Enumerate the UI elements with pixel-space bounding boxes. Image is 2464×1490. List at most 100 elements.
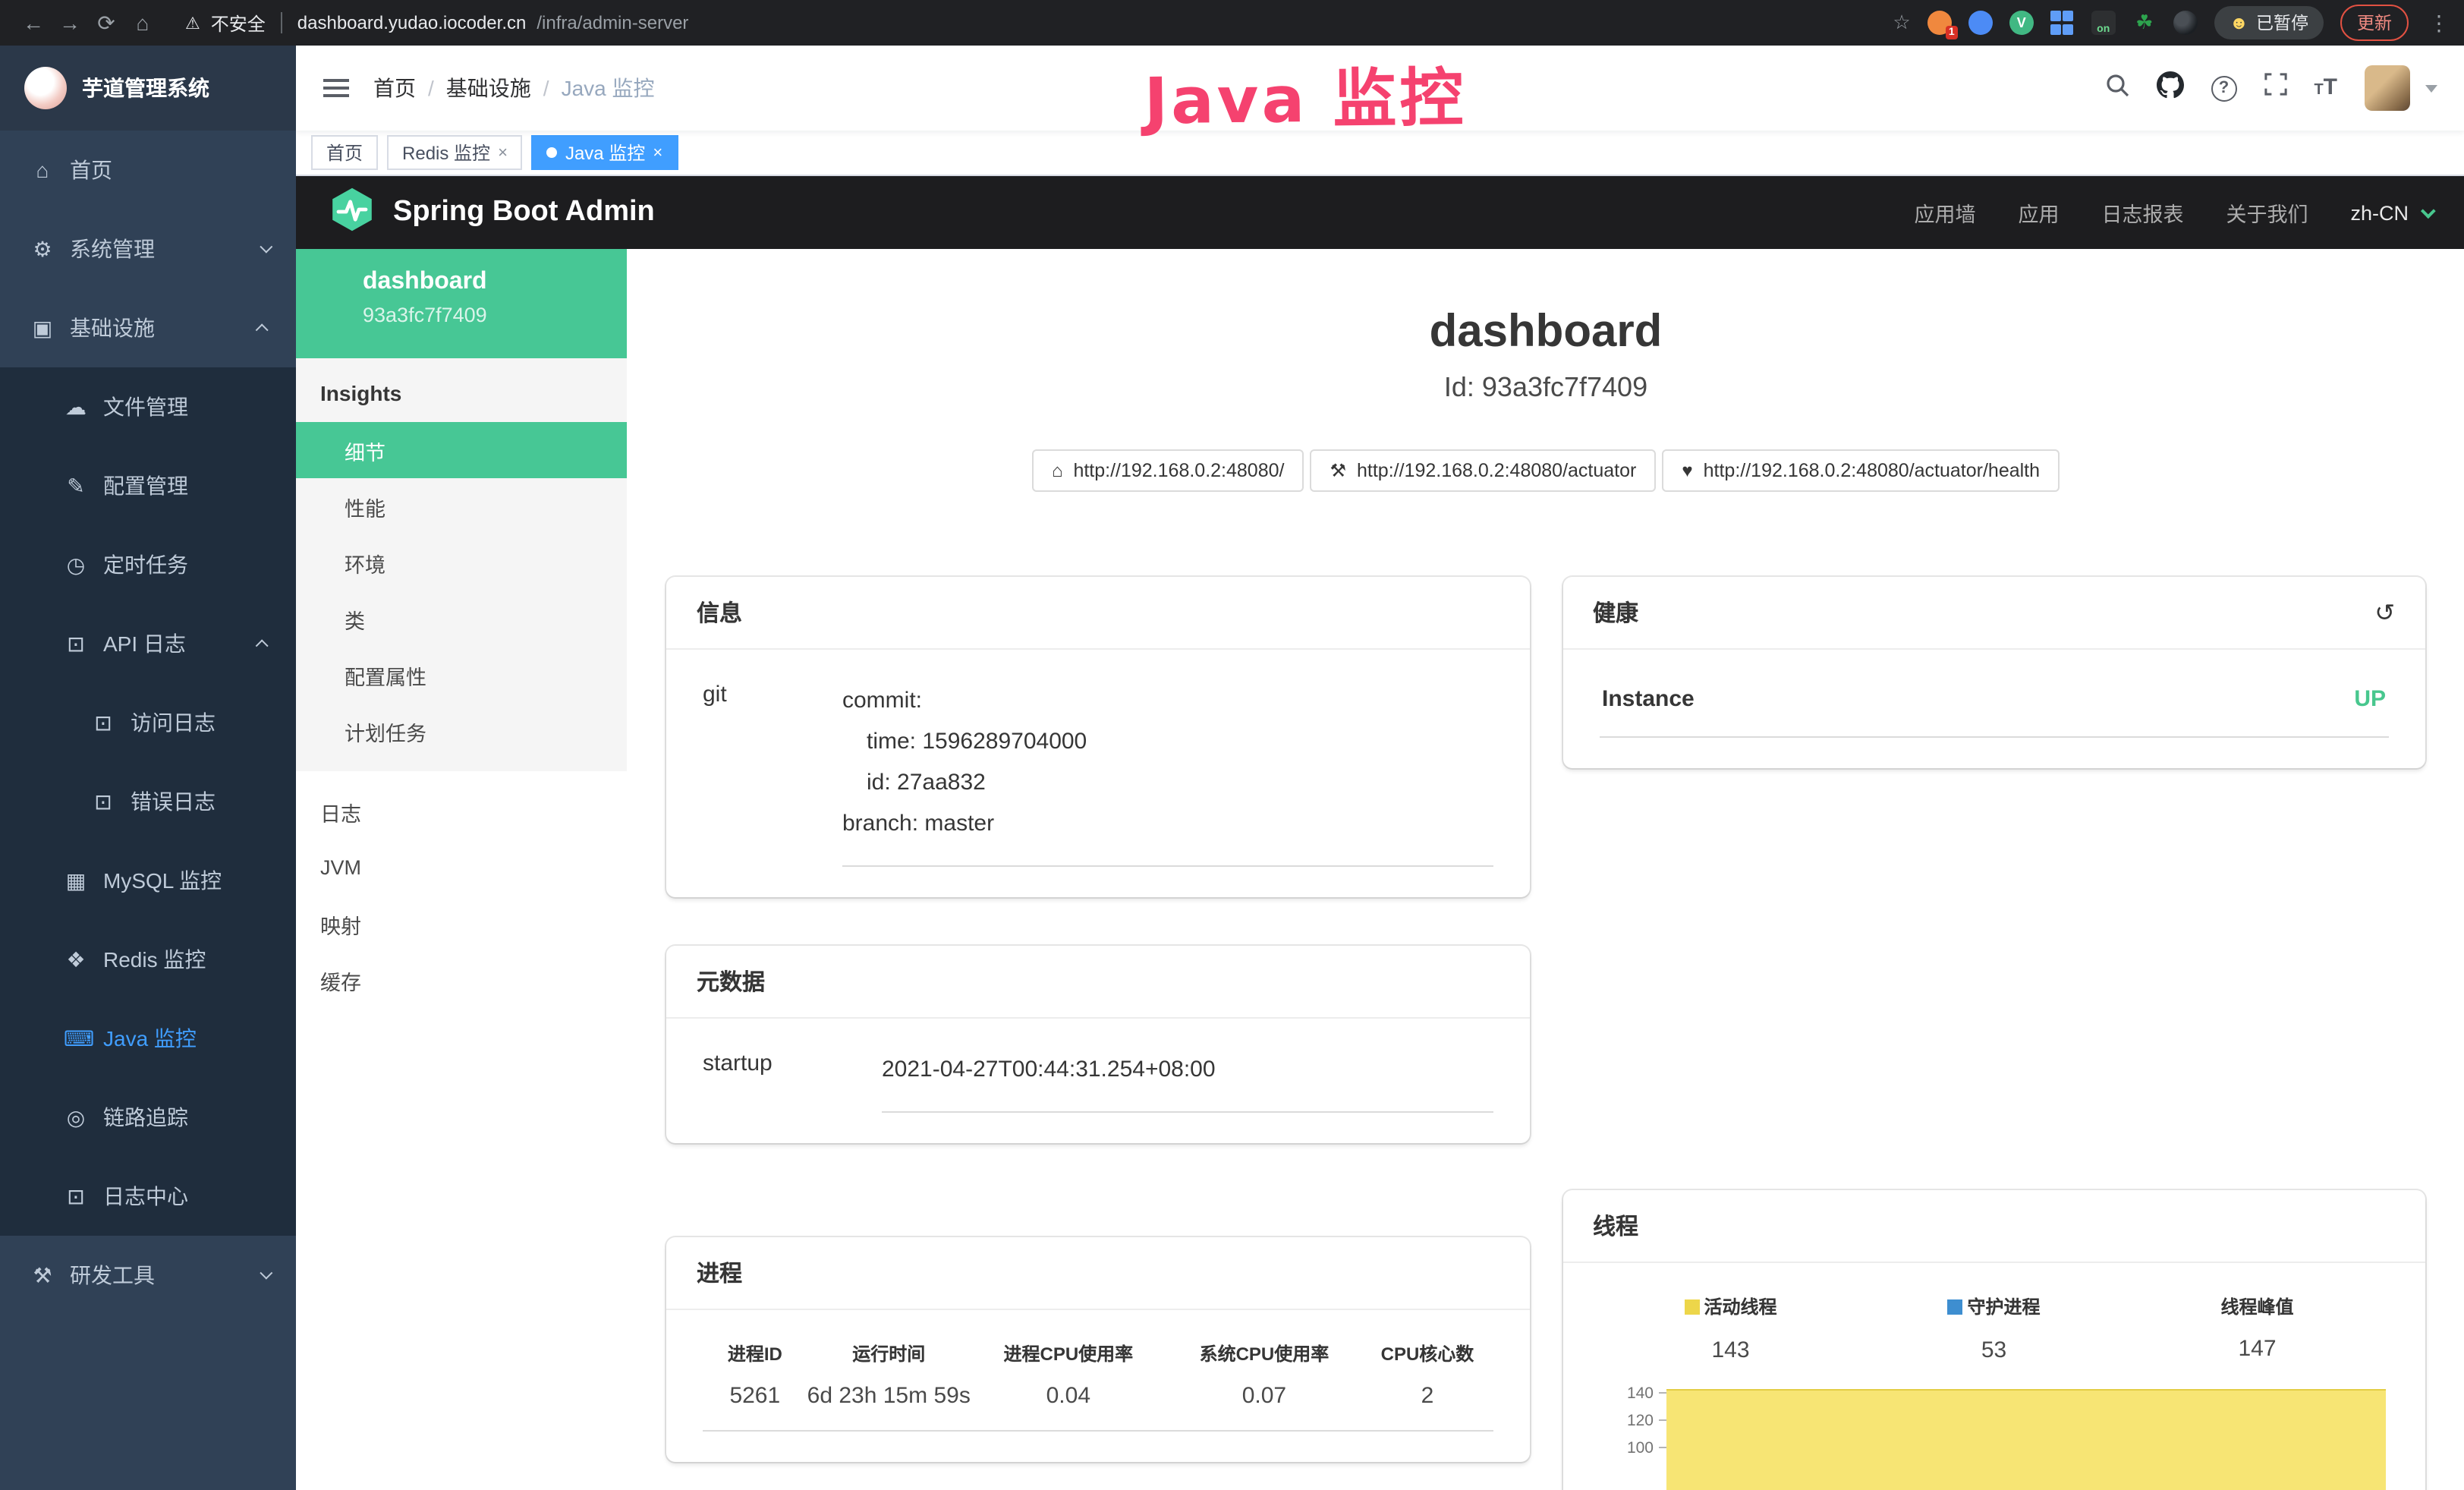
- sidebar-item-label: 访问日志: [131, 707, 216, 738]
- sba-item-jvm[interactable]: JVM: [296, 840, 627, 896]
- sidebar-item-system[interactable]: ⚙ 系统管理: [0, 209, 296, 288]
- breadcrumb-infra[interactable]: 基础设施: [446, 73, 531, 103]
- sba-item-details[interactable]: 细节: [296, 422, 627, 478]
- url-path: /infra/admin-server: [537, 12, 688, 33]
- sba-item-logs[interactable]: 日志: [296, 783, 627, 840]
- sidebar-item-mysql[interactable]: ▦ MySQL 监控: [0, 841, 296, 920]
- health-url-button[interactable]: ♥ http://192.168.0.2:48080/actuator/heal…: [1662, 449, 2060, 492]
- sba-item-performance[interactable]: 性能: [296, 478, 627, 534]
- process-col-system-cpu: 系统CPU使用率 0.07: [1166, 1340, 1362, 1409]
- sidebar-item-label: 文件管理: [103, 392, 188, 422]
- extension-icon-7[interactable]: [2173, 11, 2198, 35]
- sba-item-caches[interactable]: 缓存: [296, 952, 627, 1008]
- sba-item-scheduled-tasks[interactable]: 计划任务: [296, 703, 627, 759]
- url-divider: [281, 12, 282, 33]
- font-size-icon[interactable]: TT: [2314, 74, 2337, 102]
- hamburger-icon[interactable]: [323, 79, 349, 97]
- sba-nav-journal[interactable]: 日志报表: [2101, 197, 2183, 228]
- process-card: 进程 进程ID 5261 运行时间 6d 23h 15m 59s: [666, 1237, 1529, 1462]
- sidebar-item-log-center[interactable]: ⊡ 日志中心: [0, 1157, 296, 1236]
- update-label: 更新: [2357, 11, 2392, 35]
- tab-redis-monitor[interactable]: Redis 监控 ×: [387, 135, 523, 170]
- sidebar-item-access-log[interactable]: ⊡ 访问日志: [0, 683, 296, 762]
- sidebar-item-tracing[interactable]: ◎ 链路追踪: [0, 1078, 296, 1157]
- wrench-icon: ⚒: [1330, 460, 1346, 481]
- metadata-card-title: 元数据: [697, 966, 765, 997]
- monitor-icon: ▣: [30, 315, 55, 341]
- sba-item-config-props[interactable]: 配置属性: [296, 647, 627, 703]
- tab-label: Redis 监控: [402, 140, 490, 165]
- extension-icon-3[interactable]: V: [2009, 11, 2034, 35]
- actuator-url-button[interactable]: ⚒ http://192.168.0.2:48080/actuator: [1310, 449, 1656, 492]
- close-icon[interactable]: ×: [498, 143, 508, 162]
- address-bar[interactable]: ⚠ 不安全 dashboard.yudao.iocoder.cn/infra/a…: [185, 10, 688, 36]
- sba-header: Spring Boot Admin 应用墙 应用 日志报表 关于我们 zh-CN: [296, 176, 2464, 249]
- sidebar-item-redis[interactable]: ❖ Redis 监控: [0, 920, 296, 999]
- chevron-down-icon[interactable]: [2425, 84, 2437, 92]
- extension-icon-1[interactable]: 1: [1927, 11, 1952, 35]
- back-icon[interactable]: ←: [15, 11, 52, 35]
- extension-icon-2[interactable]: [1968, 11, 1993, 35]
- sba-section-insights: Insights: [296, 358, 627, 422]
- sidebar-item-infra[interactable]: ▣ 基础设施: [0, 288, 296, 367]
- instance-links: ⌂ http://192.168.0.2:48080/ ⚒ http://192…: [627, 449, 2464, 492]
- update-button[interactable]: 更新: [2340, 5, 2409, 41]
- sidebar-item-label: 基础设施: [70, 313, 155, 343]
- redis-icon: ❖: [64, 947, 88, 972]
- app-logo-avatar: [24, 67, 67, 109]
- legend-peak-threads: 线程峰值 147: [2126, 1293, 2389, 1362]
- process-col-uptime: 运行时间 6d 23h 15m 59s: [807, 1340, 971, 1409]
- sidebar-item-api-log[interactable]: ⊡ API 日志: [0, 604, 296, 683]
- y-axis-tick: 140: [1599, 1384, 1666, 1402]
- browser-menu-icon[interactable]: ⋮: [2428, 10, 2450, 36]
- sidebar-item-error-log[interactable]: ⊡ 错误日志: [0, 762, 296, 841]
- forward-icon[interactable]: →: [52, 11, 88, 35]
- health-instance-label: Instance: [1602, 686, 1695, 712]
- extension-icon-6[interactable]: ☘: [2132, 11, 2157, 35]
- sidebar-item-label: 系统管理: [70, 234, 155, 264]
- bookmark-star-icon[interactable]: ☆: [1893, 11, 1910, 35]
- threads-card-title: 线程: [1593, 1210, 1638, 1242]
- sidebar-item-jobs[interactable]: ◷ 定时任务: [0, 525, 296, 604]
- app-logo[interactable]: 芋道管理系统: [0, 46, 296, 131]
- search-icon[interactable]: [2104, 72, 2129, 104]
- sidebar-item-dev-tools[interactable]: ⚒ 研发工具: [0, 1236, 296, 1315]
- sba-instance-header[interactable]: dashboard 93a3fc7f7409: [296, 249, 627, 358]
- sba-item-classes[interactable]: 类: [296, 591, 627, 647]
- blue-swatch-icon: [1947, 1299, 1962, 1314]
- sidebar-item-files[interactable]: ☁ 文件管理: [0, 367, 296, 446]
- close-icon[interactable]: ×: [653, 143, 662, 162]
- tab-home[interactable]: 首页: [311, 135, 378, 170]
- fullscreen-icon[interactable]: [2264, 73, 2286, 103]
- sba-nav-applications[interactable]: 应用: [2018, 197, 2059, 228]
- extension-icon-5[interactable]: on: [2091, 11, 2116, 35]
- security-label: 不安全: [211, 10, 266, 36]
- tools-icon: ⚒: [30, 1262, 55, 1288]
- paused-chip[interactable]: ☻已暂停: [2214, 6, 2324, 39]
- tab-java-monitor[interactable]: Java 监控 ×: [532, 135, 678, 170]
- extension-icon-4[interactable]: [2050, 11, 2075, 35]
- sba-language-select[interactable]: zh-CN: [2350, 201, 2431, 224]
- sba-nav-wallboard[interactable]: 应用墙: [1914, 197, 1975, 228]
- doc-icon: ⊡: [91, 789, 115, 814]
- sidebar-item-home[interactable]: ⌂ 首页: [0, 131, 296, 209]
- metadata-row-value: 2021-04-27T00:44:31.254+08:00: [882, 1049, 1493, 1113]
- sidebar-item-java-monitor[interactable]: ⌨ Java 监控: [0, 999, 296, 1078]
- trace-icon: ◎: [64, 1104, 88, 1130]
- home-icon[interactable]: ⌂: [124, 11, 161, 35]
- sba-nav-about[interactable]: 关于我们: [2226, 197, 2308, 228]
- user-avatar[interactable]: [2365, 65, 2410, 111]
- process-col-cpus: CPU核心数 2: [1362, 1340, 1493, 1409]
- java-monitor-icon: ⌨: [64, 1025, 88, 1051]
- sba-item-mappings[interactable]: 映射: [296, 896, 627, 952]
- threads-legend: 活动线程 143 守护进程 53 线程峰值 147: [1599, 1293, 2389, 1362]
- sidebar-item-config[interactable]: ✎ 配置管理: [0, 446, 296, 525]
- help-icon[interactable]: ?: [2211, 75, 2236, 101]
- sba-item-environment[interactable]: 环境: [296, 534, 627, 591]
- base-url-button[interactable]: ⌂ http://192.168.0.2:48080/: [1032, 449, 1304, 492]
- reload-icon[interactable]: ⟳: [88, 10, 124, 36]
- breadcrumb-home[interactable]: 首页: [373, 73, 416, 103]
- sba-logo-icon: [329, 186, 375, 239]
- github-icon[interactable]: [2156, 71, 2183, 106]
- history-icon[interactable]: ↺: [2374, 597, 2395, 628]
